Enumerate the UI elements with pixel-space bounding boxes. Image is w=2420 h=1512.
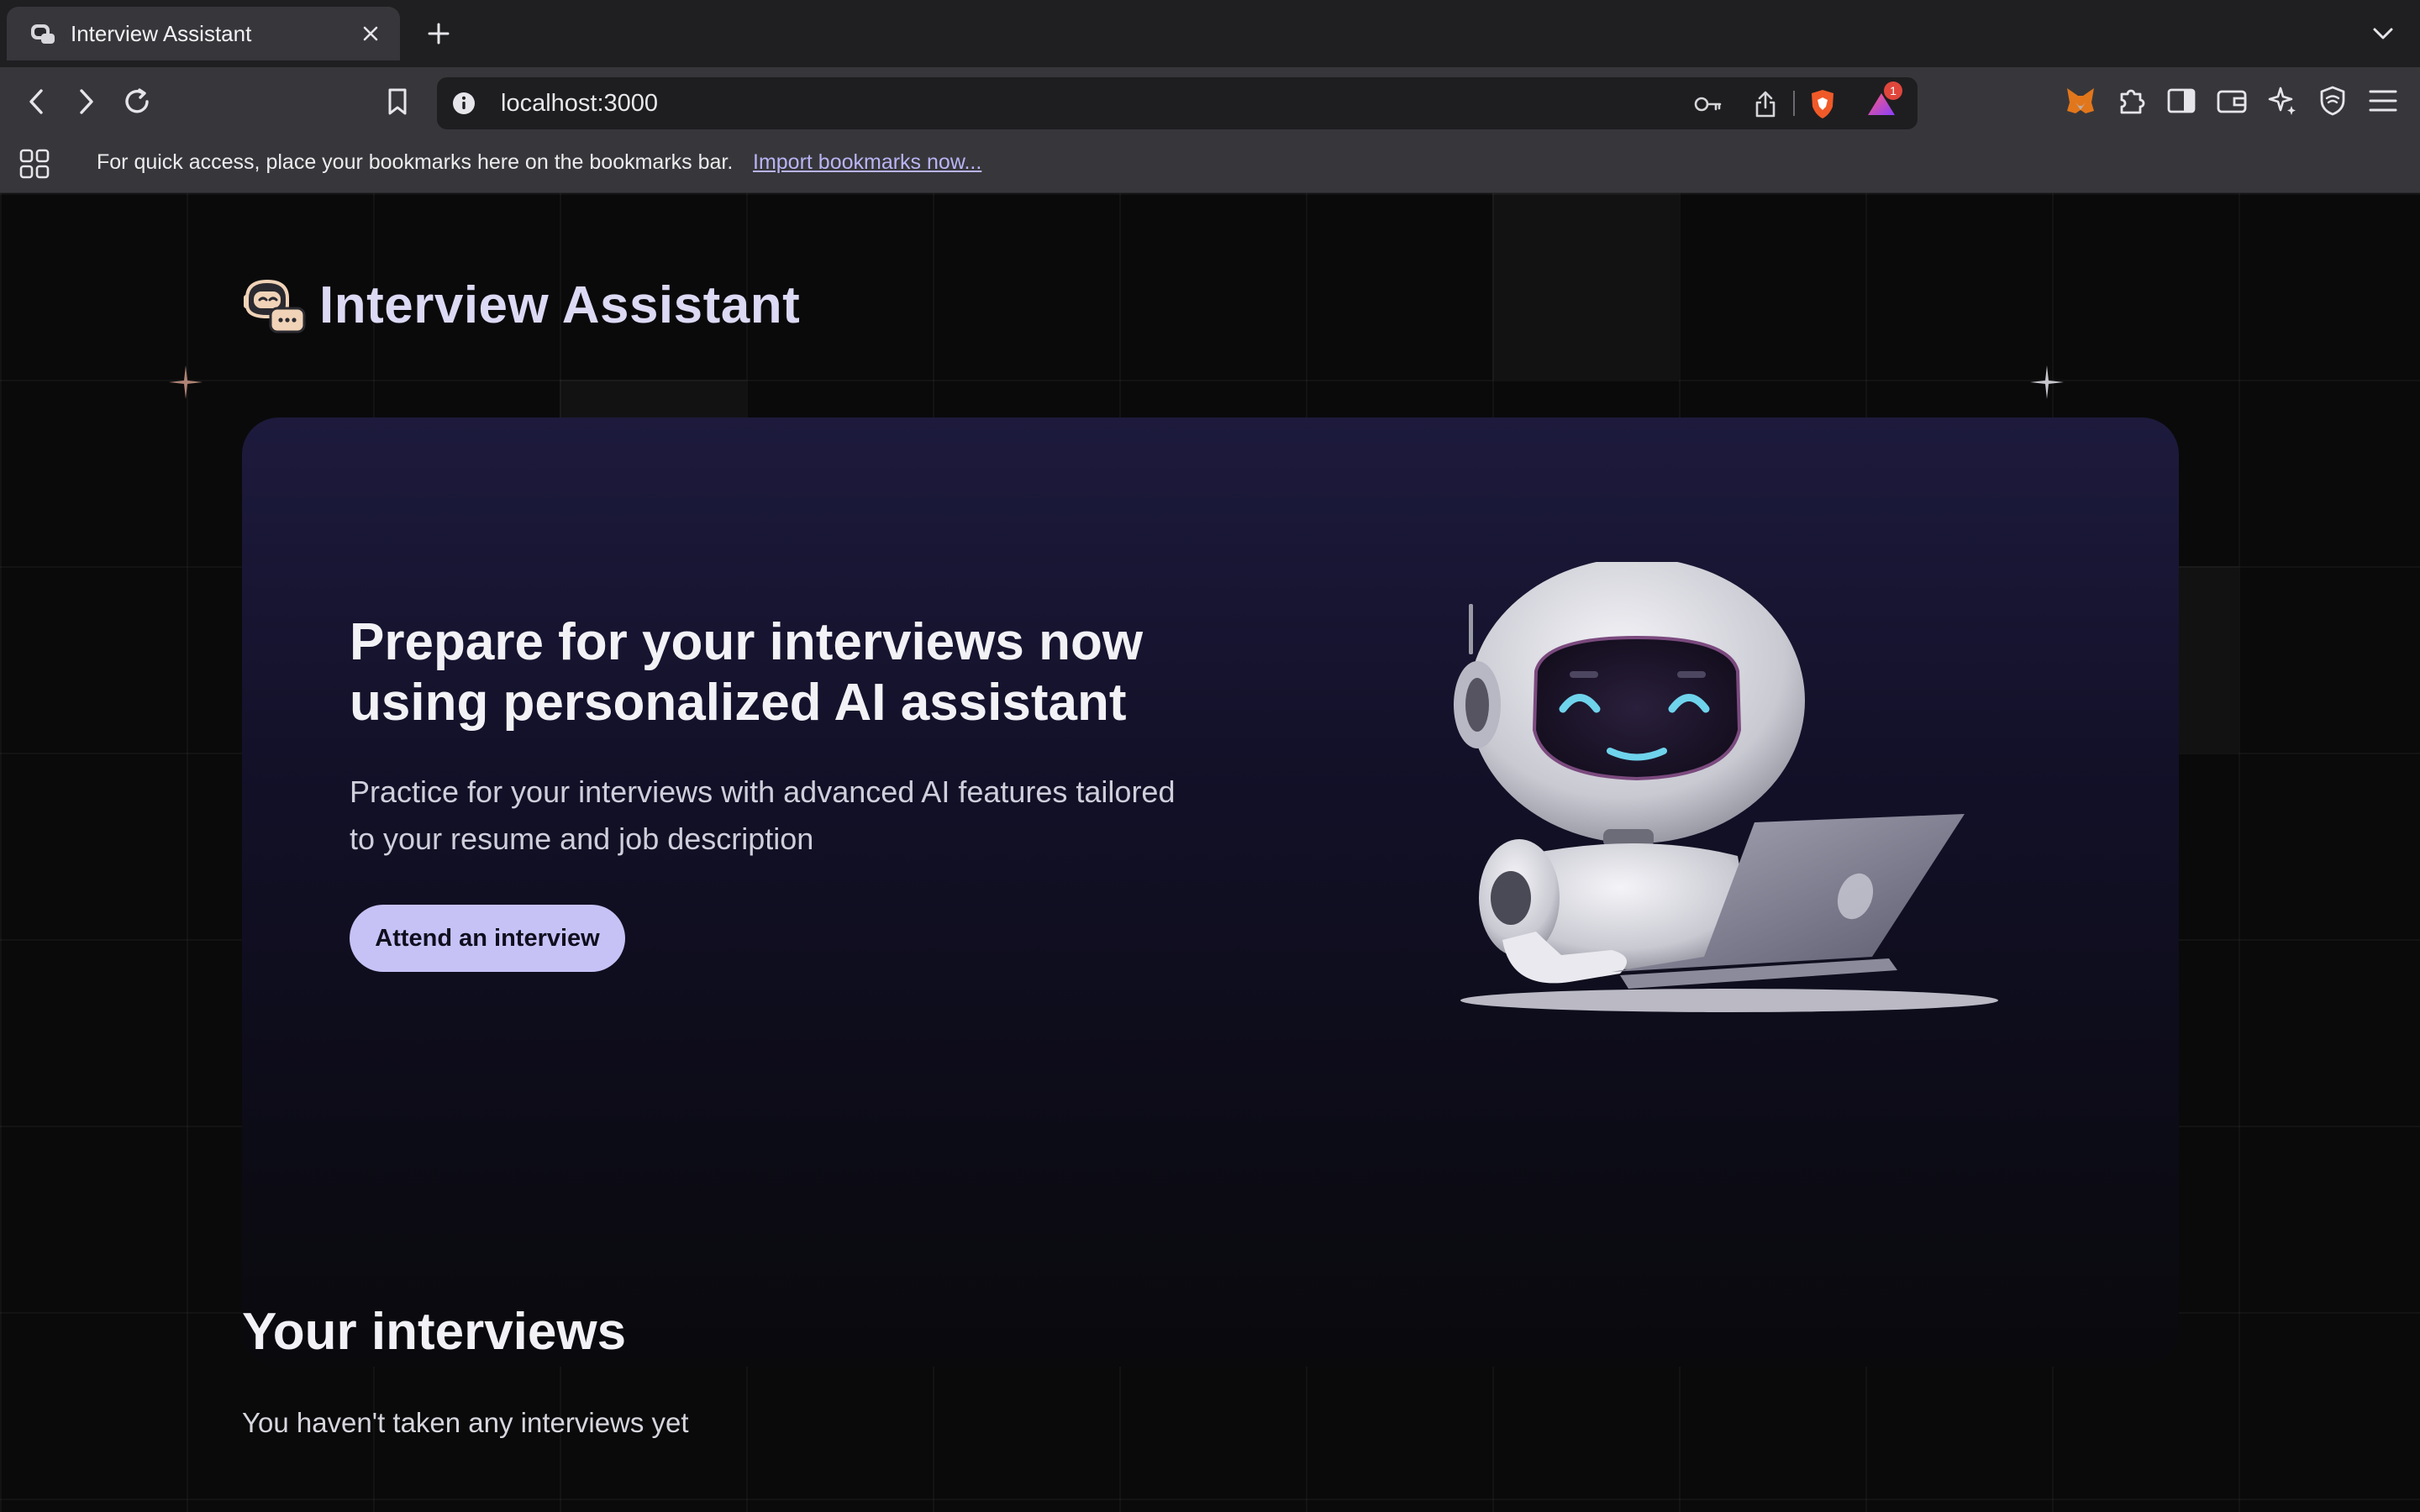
share-icon[interactable] — [1749, 88, 1781, 120]
hero-card: Prepare for your interviews now using pe… — [242, 417, 2179, 1367]
address-bar[interactable]: localhost:3000 1 — [437, 77, 1918, 129]
sparkle-icon — [2030, 365, 2064, 399]
bookmarks-bar: For quick access, place your bookmarks h… — [0, 134, 2420, 193]
bookmarks-bar-message: For quick access, place your bookmarks h… — [97, 150, 734, 174]
hero-title: Prepare for your interviews now using pe… — [350, 613, 1144, 732]
page-content: Interview Assistant Prepare for your int… — [0, 193, 2420, 1512]
bookmark-icon[interactable] — [378, 82, 417, 121]
hero-subtitle: Practice for your interviews with advanc… — [350, 774, 1176, 856]
metamask-fox-icon[interactable] — [2064, 84, 2097, 118]
robot-chat-logo-icon — [244, 279, 306, 333]
menu-hamburger-icon[interactable] — [2366, 84, 2400, 118]
robot-laptop-illustration — [1454, 562, 1998, 1012]
leo-ai-sparkle-icon[interactable] — [2265, 84, 2299, 118]
close-tab-icon[interactable] — [356, 19, 385, 48]
tab-title: Interview Assistant — [71, 20, 252, 46]
browser-tab[interactable]: Interview Assistant — [7, 7, 400, 60]
wallet-icon[interactable] — [2215, 84, 2249, 118]
back-icon[interactable] — [17, 82, 55, 121]
app-title: Interview Assistant — [319, 276, 801, 334]
sparkle-icon — [169, 365, 203, 399]
brave-rewards-icon[interactable]: 1 — [1865, 81, 1902, 120]
interviews-section-title: Your interviews — [242, 1303, 627, 1361]
interviews-empty-message: You haven't taken any interviews yet — [242, 1407, 689, 1438]
import-bookmarks-link[interactable]: Import bookmarks now... — [753, 134, 981, 190]
reload-icon[interactable] — [118, 82, 156, 121]
background-tile — [1492, 193, 1679, 380]
sidebar-toggle-icon[interactable] — [2165, 84, 2198, 118]
rewards-badge: 1 — [1884, 81, 1902, 100]
site-info-icon[interactable] — [449, 88, 479, 118]
vpn-shield-icon[interactable] — [2316, 84, 2349, 118]
browser-toolbar: localhost:3000 1 — [0, 67, 2420, 134]
apps-grid-icon[interactable] — [18, 148, 50, 180]
address-divider — [1793, 91, 1795, 116]
url-text: localhost:3000 — [501, 90, 659, 117]
tab-strip: Interview Assistant — [0, 0, 2420, 67]
app-header: Interview Assistant — [242, 276, 800, 335]
forward-icon[interactable] — [67, 82, 106, 121]
attend-interview-button[interactable]: Attend an interview — [350, 905, 625, 972]
new-tab-icon[interactable] — [420, 15, 457, 52]
key-icon[interactable] — [1692, 88, 1724, 120]
robot-favicon-icon — [31, 24, 55, 44]
extensions-puzzle-icon[interactable] — [2114, 84, 2148, 118]
brave-shields-icon[interactable] — [1807, 88, 1839, 120]
chevron-down-icon[interactable] — [2366, 17, 2400, 50]
